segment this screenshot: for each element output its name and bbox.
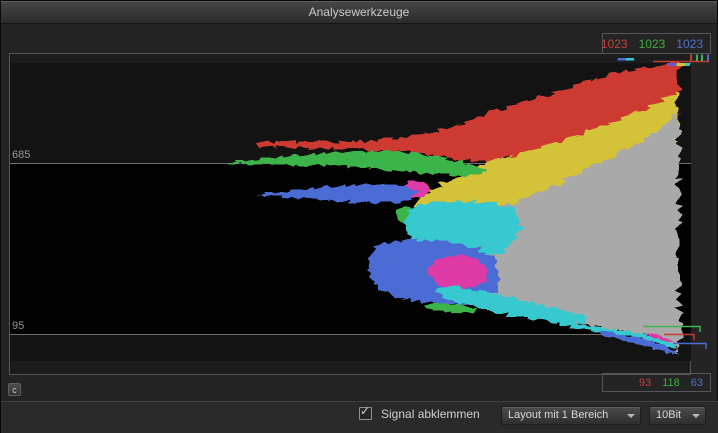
level-label-95: 95 <box>12 320 25 332</box>
max-value-red: 1023 <box>600 36 628 51</box>
bit-depth-dropdown-value: 10Bit <box>656 409 682 421</box>
min-value-green: 118 <box>662 376 680 389</box>
min-value-blue: 63 <box>690 376 703 389</box>
clear-button[interactable]: c <box>8 383 21 396</box>
title-bar: Analysewerkzeuge <box>1 1 717 24</box>
chevron-down-icon <box>627 414 635 418</box>
min-values-box: 93 118 63 <box>602 373 711 392</box>
analysis-tools-window: Analysewerkzeuge 1023 1023 1023 685 95 9… <box>0 0 718 433</box>
min-value-red: 93 <box>638 376 652 389</box>
control-bar: ✓ Signal abklemmen Layout mit 1 Bereich … <box>1 401 718 433</box>
layout-dropdown[interactable]: Layout mit 1 Bereich <box>501 406 641 425</box>
max-value-blue: 1023 <box>676 36 703 51</box>
layout-dropdown-value: Layout mit 1 Bereich <box>508 409 609 421</box>
chevron-down-icon <box>692 414 700 418</box>
checkmark-icon: ✓ <box>360 404 371 418</box>
clamp-signal-checkbox[interactable]: ✓ <box>359 404 372 420</box>
max-value-green: 1023 <box>638 36 666 51</box>
level-label-685: 685 <box>12 149 31 161</box>
bit-depth-dropdown[interactable]: 10Bit <box>649 406 706 425</box>
window-title: Analysewerkzeuge <box>308 5 410 19</box>
histogram-plot-area <box>9 53 691 375</box>
clamp-signal-label: Signal abklemmen <box>381 407 480 421</box>
max-values-box: 1023 1023 1023 <box>600 33 711 54</box>
